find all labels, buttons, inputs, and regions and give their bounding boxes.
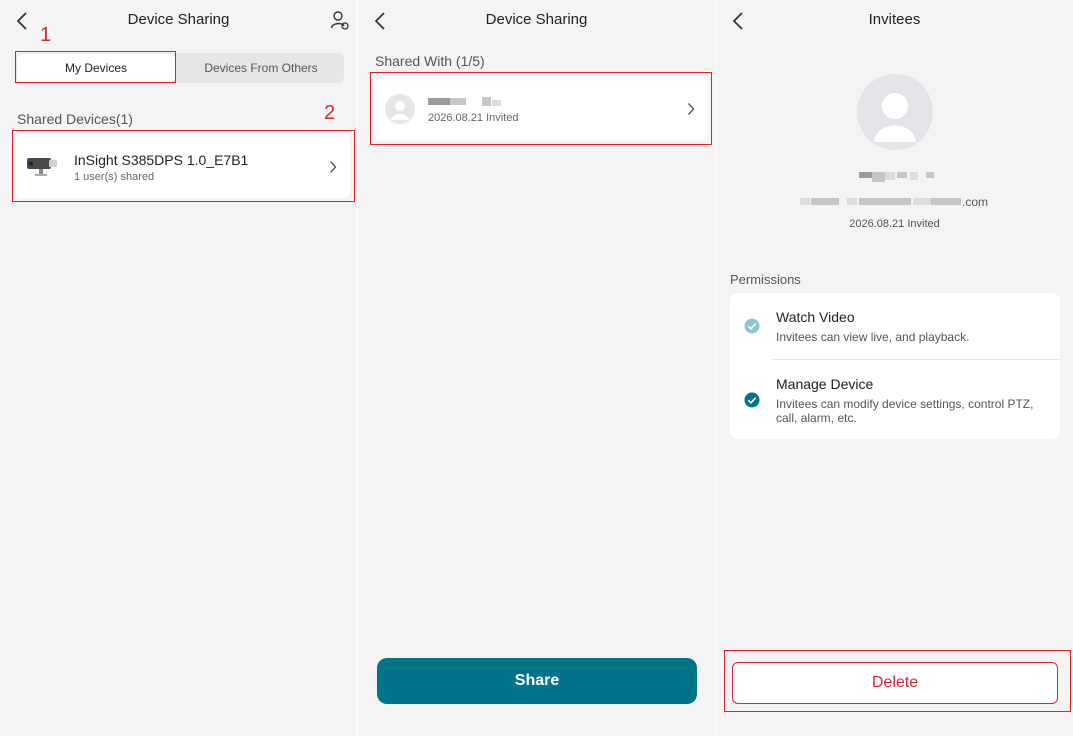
email-suffix: .com	[962, 195, 989, 209]
device-sharing-panel: Device Sharing 1 My Devices Devices From…	[0, 0, 357, 736]
check-circle-icon	[744, 392, 760, 408]
tab-devices-from-others[interactable]: Devices From Others	[180, 53, 342, 83]
redacted-name	[885, 172, 895, 180]
redacted-name	[897, 172, 907, 178]
permission-title: Watch Video	[776, 309, 855, 325]
permission-item[interactable]: Watch Video Invitees can view live, and …	[730, 293, 1060, 359]
annotation-highlight	[15, 51, 176, 83]
permission-title: Manage Device	[776, 376, 874, 392]
step-number-1: 1	[40, 24, 52, 46]
redacted-email	[931, 198, 961, 205]
shared-with-panel: Device Sharing Shared With (1/5) 2026.08…	[358, 0, 715, 736]
invite-status: 2026.08.21 Invited	[849, 218, 940, 230]
redacted-email	[800, 198, 810, 205]
annotation-highlight	[370, 72, 712, 145]
share-button[interactable]: Share	[377, 658, 697, 704]
invitees-panel: Invitees .com 2026.08.21 Invited Permiss…	[716, 0, 1073, 736]
check-circle-icon	[744, 318, 760, 334]
redacted-name	[872, 172, 885, 182]
user-settings-icon[interactable]	[330, 10, 350, 30]
redacted-name	[859, 172, 872, 178]
section-label: Shared Devices(1)	[17, 111, 133, 127]
redacted-email	[847, 198, 857, 205]
redacted-name	[926, 172, 934, 178]
permissions-card: Watch Video Invitees can view live, and …	[730, 293, 1060, 439]
permissions-label: Permissions	[730, 272, 801, 287]
section-label: Shared With (1/5)	[375, 53, 485, 69]
avatar-icon	[857, 74, 933, 150]
permission-description: Invitees can modify device settings, con…	[776, 397, 1034, 425]
redacted-email	[913, 198, 931, 205]
redacted-email	[859, 198, 911, 205]
page-title: Invitees	[868, 11, 921, 28]
redacted-name	[910, 172, 918, 180]
page-title: Device Sharing	[127, 11, 230, 28]
step-number-2: 2	[324, 102, 336, 124]
permission-description: Invitees can view live, and playback.	[776, 330, 970, 344]
permission-item[interactable]: Manage Device Invitees can modify device…	[730, 360, 1060, 439]
annotation-highlight	[12, 130, 355, 202]
annotation-highlight	[724, 650, 1071, 712]
page-title: Device Sharing	[485, 11, 588, 28]
redacted-email	[811, 198, 839, 205]
